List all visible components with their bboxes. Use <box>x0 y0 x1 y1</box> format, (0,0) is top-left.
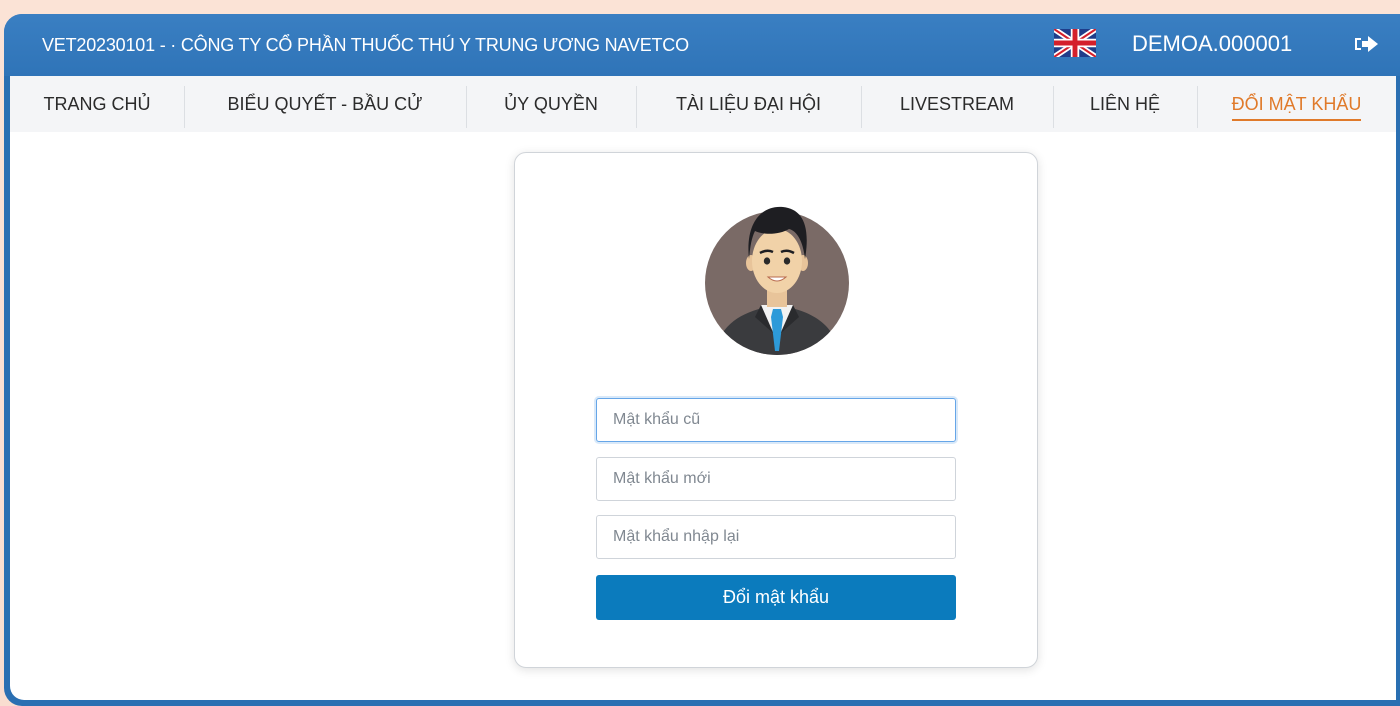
nav-item-contact[interactable]: LIÊN HỆ <box>1053 76 1197 132</box>
new-password-input[interactable] <box>596 457 956 501</box>
nav-item-label: LIÊN HỆ <box>1089 93 1161 114</box>
nav-item-voting[interactable]: BIỂU QUYẾT - BẦU CỬ <box>184 76 466 132</box>
main-content: Đổi mật khẩu <box>10 132 1396 700</box>
nav-item-label: TRANG CHỦ <box>43 93 151 114</box>
user-account-code: DEMOA.000001 <box>1132 31 1293 56</box>
nav-item-label: LIVESTREAM <box>899 93 1015 114</box>
company-title: VET20230101 - · CÔNG TY CỔ PHẦN THUỐC TH… <box>42 35 689 55</box>
change-password-button[interactable]: Đổi mật khẩu <box>596 575 956 620</box>
nav-item-label: BIỂU QUYẾT - BẦU CỬ <box>227 93 423 114</box>
nav-item-documents[interactable]: TÀI LIỆU ĐẠI HỘI <box>636 76 861 132</box>
old-password-input[interactable] <box>596 398 956 442</box>
change-password-card: Đổi mật khẩu <box>514 152 1038 668</box>
nav-item-label: TÀI LIỆU ĐẠI HỘI <box>675 93 822 114</box>
app-frame: VET20230101 - · CÔNG TY CỔ PHẦN THUỐC TH… <box>4 14 1400 706</box>
nav-item-change-password[interactable]: ĐỔI MẬT KHẨU <box>1197 76 1396 132</box>
nav-item-livestream[interactable]: LIVESTREAM <box>861 76 1053 132</box>
uk-flag-icon[interactable] <box>1054 29 1096 57</box>
confirm-password-input[interactable] <box>596 515 956 559</box>
user-avatar-icon <box>705 206 849 355</box>
logout-icon[interactable] <box>1353 34 1379 54</box>
main-nav: TRANG CHỦ BIỂU QUYẾT - BẦU CỬ ỦY QUYỀN T… <box>10 76 1396 132</box>
nav-item-label: ỦY QUYỀN <box>504 93 598 114</box>
nav-item-label: ĐỔI MẬT KHẨU <box>1231 94 1362 121</box>
nav-item-home[interactable]: TRANG CHỦ <box>10 76 184 132</box>
nav-item-proxy[interactable]: ỦY QUYỀN <box>466 76 636 132</box>
title-bar: VET20230101 - · CÔNG TY CỔ PHẦN THUỐC TH… <box>4 14 1400 76</box>
